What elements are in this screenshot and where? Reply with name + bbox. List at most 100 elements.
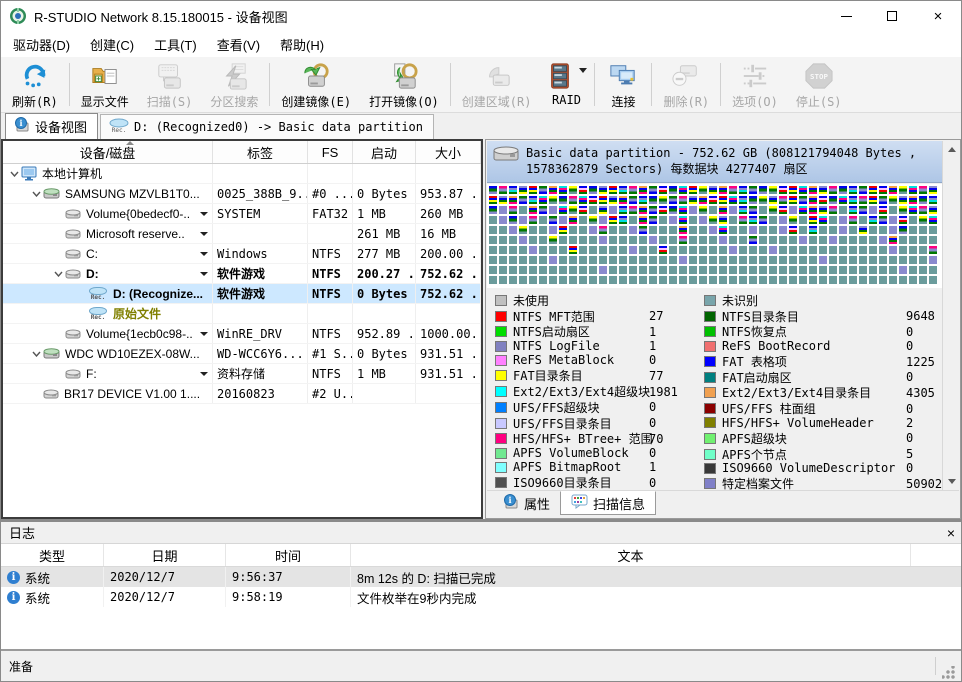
- scroll-up-icon[interactable]: [943, 141, 960, 158]
- scan-block: [579, 266, 587, 274]
- refresh-button[interactable]: 刷新(R): [3, 57, 67, 112]
- scan-block: [859, 226, 867, 234]
- menu-item[interactable]: 查看(V): [207, 31, 270, 58]
- tree-row[interactable]: Volume{0bedecf0-..SYSTEMFAT321 MB260 MB: [3, 204, 481, 224]
- minimize-button[interactable]: [823, 1, 869, 31]
- scan-block: [739, 266, 747, 274]
- tree-row[interactable]: F:资料存储NTFS1 MB931.51 ...: [3, 364, 481, 384]
- log-column-header[interactable]: 类型: [1, 544, 104, 566]
- maximize-button[interactable]: [869, 1, 915, 31]
- tree-column-header[interactable]: 标签: [213, 141, 308, 163]
- legend-swatch: [495, 448, 507, 459]
- menu-item[interactable]: 工具(T): [144, 31, 207, 58]
- row-dropdown-icon[interactable]: [200, 332, 208, 336]
- log-close-icon[interactable]: ×: [947, 526, 955, 540]
- tree-column-header[interactable]: 大小: [416, 141, 481, 163]
- open-image-button[interactable]: 打开镜像(O): [360, 57, 448, 112]
- tab-properties[interactable]: i属性: [493, 491, 560, 515]
- scan-icon: [153, 60, 187, 92]
- log-column-header[interactable]: 日期: [104, 544, 226, 566]
- device-name: Volume{1ecb0c98-..: [86, 327, 193, 341]
- tree-column-header[interactable]: 启动: [353, 141, 416, 163]
- connect-button[interactable]: 连接: [597, 57, 649, 112]
- start-cell: 0 Bytes: [353, 344, 416, 363]
- info-icon: i: [14, 117, 30, 135]
- fs-cell: [308, 164, 353, 183]
- tree-row[interactable]: WDC WD10EZEX-08W...WD-WCC6Y6...#1 S...0 …: [3, 344, 481, 364]
- log-row[interactable]: i系统2020/12/79:56:378m 12s 的 D: 扫描已完成: [1, 567, 962, 587]
- tree-row[interactable]: Volume{1ecb0c98-..WinRE_DRVNTFS952.89 ..…: [3, 324, 481, 344]
- expand-chevron-icon[interactable]: [29, 191, 43, 197]
- expand-chevron-icon[interactable]: [51, 271, 65, 277]
- scan-block: [609, 276, 617, 284]
- scan-block: [789, 266, 797, 274]
- menu-item[interactable]: 驱动器(D): [3, 31, 80, 58]
- scan-block: [499, 226, 507, 234]
- scan-scrollbar[interactable]: [942, 141, 959, 490]
- menu-item[interactable]: 帮助(H): [270, 31, 334, 58]
- tab-recognized[interactable]: Rec.D: (Recognized0) -> Basic data parti…: [100, 114, 434, 139]
- expand-chevron-icon[interactable]: [29, 351, 43, 357]
- close-button[interactable]: ×: [915, 1, 961, 31]
- expand-chevron-icon[interactable]: [7, 171, 21, 177]
- tab-device-view[interactable]: i设备视图: [5, 113, 98, 139]
- start-cell: [353, 304, 416, 323]
- scan-block: [889, 266, 897, 274]
- dropdown-arrow-icon[interactable]: [579, 68, 587, 73]
- scan-block: [899, 236, 907, 244]
- scan-block: [909, 196, 917, 204]
- scan-block: [689, 196, 697, 204]
- scan-block: [669, 216, 677, 224]
- log-column-header[interactable]: 时间: [226, 544, 351, 566]
- tree-column-header[interactable]: 设备/磁盘: [3, 141, 213, 163]
- scan-block: [759, 246, 767, 254]
- scan-block: [499, 186, 507, 194]
- scan-block: [839, 276, 847, 284]
- scan-block: [739, 236, 747, 244]
- size-cell: 1000.00...: [416, 324, 481, 343]
- scan-block: [539, 246, 547, 254]
- scan-block: [769, 226, 777, 234]
- legend-item: ReFS MetaBlock0: [495, 353, 704, 367]
- device-name: C:: [86, 247, 98, 261]
- menu-item[interactable]: 创建(C): [80, 31, 144, 58]
- tab-label: D: (Recognized0) -> Basic data partition: [134, 120, 423, 134]
- resize-grip[interactable]: [942, 666, 955, 679]
- scan-block: [679, 206, 687, 214]
- tree-column-header[interactable]: FS: [308, 141, 353, 163]
- raid-button[interactable]: RAID: [540, 57, 592, 112]
- show-files-icon: [88, 60, 122, 92]
- row-dropdown-icon[interactable]: [200, 272, 208, 276]
- create-image-button[interactable]: 创建镜像(E): [272, 57, 360, 112]
- log-date: 2020/12/7: [104, 567, 226, 587]
- label-cell: SYSTEM: [213, 204, 308, 223]
- row-dropdown-icon[interactable]: [200, 212, 208, 216]
- legend-item: UFS/FFS超级块0: [495, 399, 704, 415]
- legend-swatch: [704, 433, 716, 444]
- scroll-down-icon[interactable]: [943, 473, 960, 490]
- scan-block: [559, 216, 567, 224]
- scan-block: [509, 256, 517, 264]
- scan-block: [579, 216, 587, 224]
- tree-row[interactable]: D:软件游戏NTFS200.27 ...752.62 ...: [3, 264, 481, 284]
- row-dropdown-icon[interactable]: [200, 372, 208, 376]
- row-dropdown-icon[interactable]: [200, 232, 208, 236]
- show-files-button[interactable]: 显示文件: [72, 57, 138, 112]
- tree-row[interactable]: Microsoft reserve..261 MB16 MB: [3, 224, 481, 244]
- scan-block: [759, 226, 767, 234]
- scan-block: [619, 236, 627, 244]
- volume-icon: [65, 228, 81, 240]
- scan-map[interactable]: [487, 184, 942, 288]
- tree-row[interactable]: SAMSUNG MZVLB1T0...0025_388B_9...#0 ...0…: [3, 184, 481, 204]
- tree-row[interactable]: 本地计算机: [3, 164, 481, 184]
- tree-row[interactable]: C:WindowsNTFS277 MB200.00 ...: [3, 244, 481, 264]
- tab-scan-info[interactable]: 扫描信息: [560, 491, 656, 515]
- log-column-header[interactable]: 文本: [351, 544, 911, 566]
- log-row[interactable]: i系统2020/12/79:58:19文件枚举在9秒内完成: [1, 587, 962, 607]
- tree-row[interactable]: Rec.原始文件: [3, 304, 481, 324]
- tree-row[interactable]: BR17 DEVICE V1.00 1....20160823#2 U...: [3, 384, 481, 404]
- scan-block: [839, 256, 847, 264]
- row-dropdown-icon[interactable]: [200, 252, 208, 256]
- tree-row[interactable]: Rec.D: (Recognize...软件游戏NTFS0 Bytes752.6…: [3, 284, 481, 304]
- scan-block: [579, 246, 587, 254]
